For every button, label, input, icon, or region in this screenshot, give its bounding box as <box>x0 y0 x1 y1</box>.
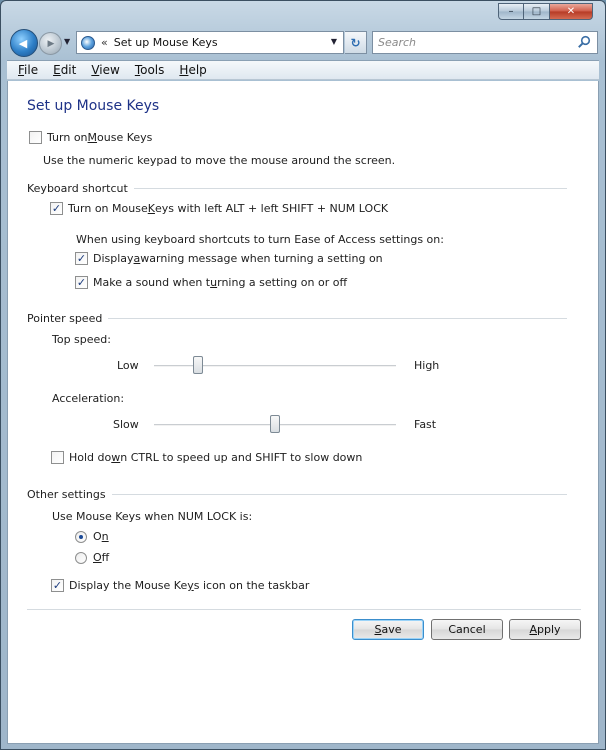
forward-button[interactable]: ▶ <box>39 32 62 55</box>
menu-file[interactable]: File <box>12 63 44 77</box>
maximize-button[interactable]: □ <box>524 3 550 20</box>
top-speed-low-label: Low <box>117 359 139 372</box>
top-speed-track <box>154 365 396 367</box>
recent-pages-dropdown-icon[interactable]: ▼ <box>64 37 70 46</box>
window: – □ ✕ ◀ ▶ ▼ « Set up Mouse Keys ▼ ↻ Sear… <box>0 0 606 750</box>
numlock-off-radio[interactable]: Off <box>75 551 109 564</box>
shortcut-checkbox[interactable]: ✓ Turn on Mouse Keys with left ALT + lef… <box>50 202 388 215</box>
numlock-on-radio-button[interactable] <box>75 530 87 543</box>
save-button[interactable]: Save <box>352 619 424 640</box>
hold-ctrl-checkbox[interactable]: Hold do w n CTRL to speed up and SHIFT to … <box>51 451 362 464</box>
caption-buttons: – □ ✕ <box>498 3 593 20</box>
taskbar-icon-checkbox-box[interactable]: ✓ <box>51 579 64 592</box>
shortcut-note: When using keyboard shortcuts to turn Ea… <box>76 233 444 246</box>
breadcrumb-chevron-icon[interactable]: « <box>101 36 108 49</box>
shortcut-checkbox-box[interactable]: ✓ <box>50 202 63 215</box>
warning-checkbox-box[interactable]: ✓ <box>75 252 88 265</box>
close-button[interactable]: ✕ <box>550 3 593 20</box>
refresh-button[interactable]: ↻ <box>345 31 367 54</box>
menu-edit[interactable]: Edit <box>47 63 82 77</box>
footer-divider <box>27 609 581 610</box>
search-icon[interactable] <box>577 35 591 49</box>
section-divider <box>108 318 567 319</box>
top-speed-slider[interactable] <box>154 355 396 377</box>
back-arrow-icon: ◀ <box>18 36 28 50</box>
make-sound-checkbox[interactable]: ✓ Make a sound when t u rning a setting on… <box>75 276 347 289</box>
menu-help[interactable]: Help <box>173 63 212 77</box>
forward-arrow-icon: ▶ <box>47 38 55 49</box>
numlock-on-radio[interactable]: On <box>75 530 109 543</box>
refresh-icon: ↻ <box>350 35 361 50</box>
menu-tools[interactable]: Tools <box>129 63 171 77</box>
section-divider <box>133 188 567 189</box>
numlock-label: Use Mouse Keys when NUM LOCK is: <box>52 510 253 523</box>
acceleration-slider[interactable] <box>154 414 396 436</box>
acceleration-slow-label: Slow <box>113 418 139 431</box>
address-dropdown-icon[interactable]: ▼ <box>331 37 337 46</box>
keyboard-shortcut-heading: Keyboard shortcut <box>27 182 567 195</box>
warning-message-checkbox[interactable]: ✓ Display a warning message when turning… <box>75 252 383 265</box>
acceleration-thumb[interactable] <box>270 415 280 433</box>
address-bar[interactable]: « Set up Mouse Keys ▼ <box>76 31 344 54</box>
search-box[interactable] <box>372 31 598 54</box>
turn-on-mouse-keys-checkbox[interactable]: Turn on Mouse Keys <box>29 131 152 144</box>
other-settings-heading: Other settings <box>27 488 567 501</box>
menu-view[interactable]: View <box>85 63 125 77</box>
minimize-button[interactable]: – <box>498 3 524 20</box>
turn-on-checkbox-box[interactable] <box>29 131 42 144</box>
settings-panel: Set up Mouse Keys Turn on Mouse Keys Use… <box>7 81 599 744</box>
breadcrumb[interactable]: Set up Mouse Keys <box>114 36 218 49</box>
section-divider <box>111 494 567 495</box>
back-button[interactable]: ◀ <box>10 29 38 57</box>
taskbar-icon-checkbox[interactable]: ✓ Display the Mouse Ke y s icon on the tas… <box>51 579 309 592</box>
top-speed-label: Top speed: <box>52 333 111 346</box>
search-input[interactable] <box>378 36 568 49</box>
hold-ctrl-checkbox-box[interactable] <box>51 451 64 464</box>
cancel-button[interactable]: Cancel <box>431 619 503 640</box>
control-panel-icon <box>81 35 95 50</box>
top-speed-high-label: High <box>414 359 440 372</box>
menu-bar: File Edit View Tools Help <box>7 60 599 80</box>
sound-checkbox-box[interactable]: ✓ <box>75 276 88 289</box>
acceleration-label: Acceleration: <box>52 392 125 405</box>
navigation-bar: ◀ ▶ ▼ « Set up Mouse Keys ▼ ↻ <box>1 27 605 59</box>
acceleration-fast-label: Fast <box>414 418 437 431</box>
turn-on-description: Use the numeric keypad to move the mouse… <box>43 154 396 167</box>
numlock-off-radio-button[interactable] <box>75 551 87 564</box>
top-speed-thumb[interactable] <box>192 356 203 374</box>
page-title: Set up Mouse Keys <box>27 98 160 114</box>
pointer-speed-heading: Pointer speed <box>27 312 567 325</box>
apply-button[interactable]: Apply <box>509 619 581 640</box>
